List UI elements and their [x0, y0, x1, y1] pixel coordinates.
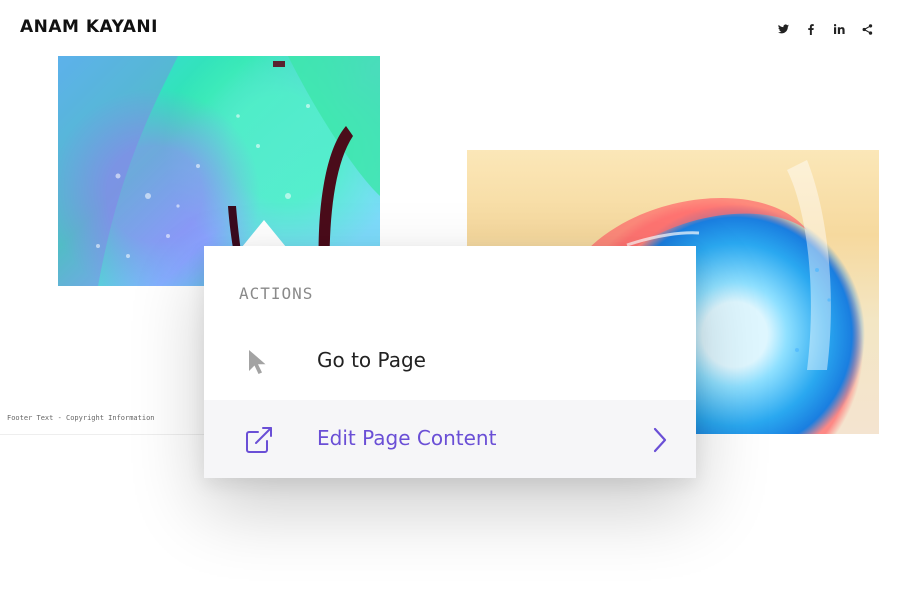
chevron-right-icon	[652, 426, 668, 454]
footer-text: Footer Text - Copyright Information	[7, 414, 155, 422]
cursor-arrow-icon	[244, 347, 272, 375]
actions-popover: ACTIONS Go to Page Edit Page Content	[204, 246, 696, 478]
site-title[interactable]: ANAM KAYANI	[20, 17, 158, 37]
twitter-icon[interactable]	[776, 22, 790, 36]
actions-heading: ACTIONS	[239, 284, 314, 303]
facebook-icon[interactable]	[804, 22, 818, 36]
external-link-icon	[244, 425, 272, 453]
menu-pointer-caret	[242, 220, 286, 247]
menu-item-go-to-page[interactable]: Go to Page	[204, 322, 696, 400]
linkedin-icon[interactable]	[832, 22, 846, 36]
menu-item-label: Go to Page	[317, 348, 426, 372]
menu-item-label: Edit Page Content	[317, 426, 497, 450]
share-icon[interactable]	[860, 22, 874, 36]
social-links	[776, 22, 874, 36]
menu-item-edit-page-content[interactable]: Edit Page Content	[204, 400, 696, 478]
footer-divider	[0, 434, 204, 435]
